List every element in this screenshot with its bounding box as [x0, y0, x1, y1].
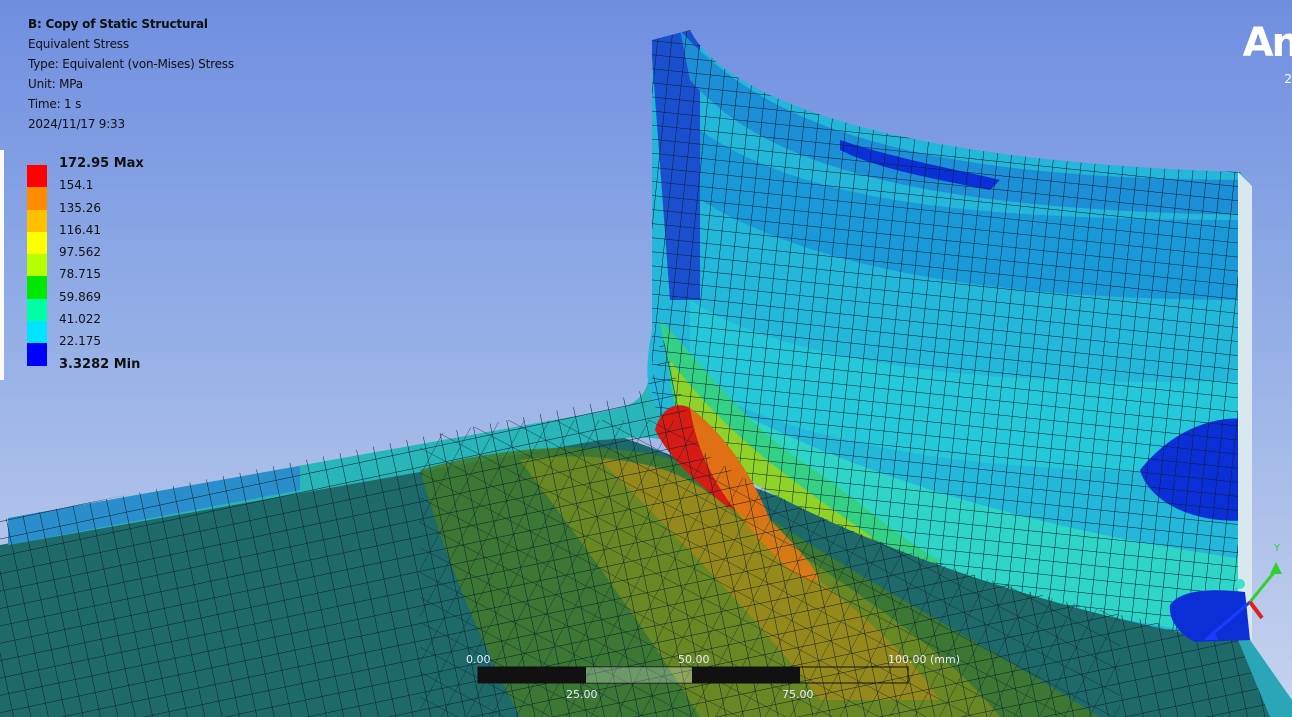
scale-label-75: 75.00 — [782, 688, 814, 701]
scale-label-100: 100.00 (mm) — [888, 653, 960, 666]
legend-label: 41.022 — [59, 312, 101, 327]
legend-swatch — [27, 321, 47, 344]
ansys-version-label: 2 — [1284, 72, 1292, 86]
analysis-title: B: Copy of Static Structural — [28, 17, 208, 31]
result-timestamp: 2024/11/17 9:33 — [28, 117, 125, 131]
legend-label: 116.41 — [59, 222, 101, 237]
left-panel-edge — [0, 150, 4, 380]
result-type: Type: Equivalent (von-Mises) Stress — [28, 57, 234, 71]
legend-swatch — [27, 209, 47, 232]
scale-label-25: 25.00 — [566, 688, 598, 701]
result-unit: Unit: MPa — [28, 77, 83, 91]
legend-swatch — [27, 298, 47, 322]
legend-swatch — [27, 187, 47, 210]
result-name: Equivalent Stress — [28, 37, 129, 51]
legend-label: 135.26 — [59, 200, 101, 215]
legend-swatch — [27, 276, 47, 299]
graphics-viewport[interactable]: B: Copy of Static Structural Equivalent … — [0, 0, 1292, 717]
legend-label: 78.715 — [59, 267, 101, 282]
result-time: Time: 1 s — [28, 97, 82, 111]
legend-label: 59.869 — [59, 289, 101, 304]
legend-swatch — [27, 343, 47, 366]
triad-y-label: Y — [1274, 543, 1281, 554]
ansys-logo: An — [1242, 20, 1292, 66]
legend-label: 3.3282 Min — [59, 356, 141, 372]
coordinate-triad[interactable] — [1180, 540, 1290, 650]
legend-label: 97.562 — [59, 245, 101, 260]
legend-swatch — [27, 165, 47, 188]
result-info-panel: B: Copy of Static Structural Equivalent … — [28, 14, 234, 134]
legend-label: 172.95 Max — [59, 156, 144, 171]
legend-swatch — [27, 254, 47, 277]
scale-label-50: 50.00 — [678, 653, 710, 666]
legend-label: 22.175 — [59, 334, 101, 349]
legend-label: 154.1 — [59, 178, 94, 193]
scale-label-0: 0.00 — [466, 653, 491, 666]
legend-swatch — [27, 231, 47, 255]
